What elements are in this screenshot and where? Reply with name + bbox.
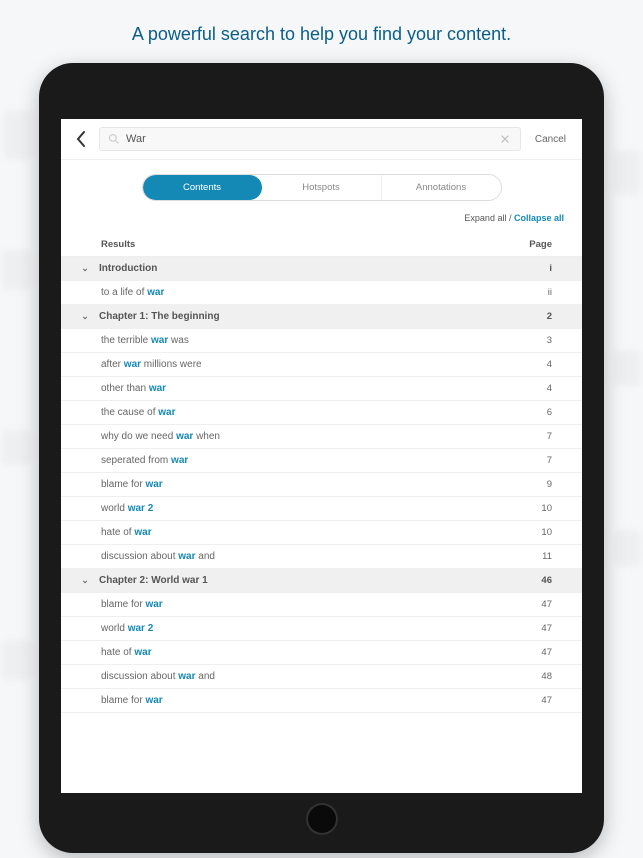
result-page: 7 [547,431,552,442]
result-text: blame for war [101,695,541,706]
clear-search-button[interactable] [498,132,512,146]
result-text: why do we need war when [101,431,547,442]
result-page: 9 [547,479,552,490]
result-text: blame for war [101,479,547,490]
header-results: Results [101,239,135,250]
app-screen: Cancel Contents Hotspots Annotations Exp… [61,119,582,793]
result-page: 10 [541,503,552,514]
result-text: after war millions were [101,359,547,370]
chevron-down-icon: ⌄ [79,263,91,274]
result-page: 47 [541,599,552,610]
section-title: Chapter 2: World war 1 [99,575,541,586]
result-row[interactable]: blame for war9 [61,473,582,497]
results-header: Results Page [61,233,582,257]
result-text: hate of war [101,647,541,658]
results-list: ⌄ Introductioni to a life of warii ⌄ Chapter… [61,257,582,713]
result-row[interactable]: hate of war47 [61,641,582,665]
result-text: blame for war [101,599,541,610]
result-text: seperated from war [101,455,547,466]
result-page: 4 [547,359,552,370]
result-text: hate of war [101,527,541,538]
result-text: discussion about war and [101,551,542,562]
collapse-all-link[interactable]: Collapse all [514,213,564,223]
result-row[interactable]: blame for war47 [61,689,582,713]
result-row[interactable]: why do we need war when7 [61,425,582,449]
result-page: ii [548,287,552,298]
section-header[interactable]: ⌄ Chapter 2: World war 146 [61,569,582,593]
result-row[interactable]: blame for war47 [61,593,582,617]
cancel-button[interactable]: Cancel [529,134,572,145]
result-page: 47 [541,623,552,634]
segmented-control: Contents Hotspots Annotations [142,174,502,201]
promo-caption: A powerful search to help you find your … [0,0,643,63]
tablet-frame: Cancel Contents Hotspots Annotations Exp… [39,63,604,853]
search-input[interactable] [126,133,492,145]
result-text: world war 2 [101,503,541,514]
tab-contents[interactable]: Contents [143,175,262,200]
result-text: other than war [101,383,547,394]
result-row[interactable]: seperated from war7 [61,449,582,473]
section-header[interactable]: ⌄ Introductioni [61,257,582,281]
result-text: the terrible war was [101,335,547,346]
result-text: world war 2 [101,623,541,634]
section-page: i [549,263,552,274]
search-icon [108,133,120,145]
expand-all-link[interactable]: Expand all [464,213,506,223]
result-text: discussion about war and [101,671,541,682]
result-row[interactable]: world war 247 [61,617,582,641]
tab-hotspots[interactable]: Hotspots [262,175,381,200]
tab-annotations[interactable]: Annotations [381,175,501,200]
section-header[interactable]: ⌄ Chapter 1: The beginning2 [61,305,582,329]
result-row[interactable]: to a life of warii [61,281,582,305]
search-field-wrap[interactable] [99,127,521,151]
result-page: 11 [542,551,552,562]
section-title: Chapter 1: The beginning [99,311,547,322]
result-row[interactable]: hate of war10 [61,521,582,545]
section-title: Introduction [99,263,549,274]
search-bar: Cancel [61,119,582,160]
result-text: the cause of war [101,407,547,418]
result-row[interactable]: discussion about war and48 [61,665,582,689]
result-row[interactable]: the cause of war6 [61,401,582,425]
result-page: 47 [541,647,552,658]
chevron-down-icon: ⌄ [79,311,91,322]
result-page: 7 [547,455,552,466]
result-row[interactable]: after war millions were4 [61,353,582,377]
result-page: 3 [547,335,552,346]
result-page: 47 [541,695,552,706]
result-row[interactable]: the terrible war was3 [61,329,582,353]
back-button[interactable] [71,127,91,151]
result-text: to a life of war [101,287,548,298]
expand-collapse-row: Expand all / Collapse all [61,209,582,233]
chevron-down-icon: ⌄ [79,575,91,586]
result-page: 48 [541,671,552,682]
result-page: 4 [547,383,552,394]
result-page: 10 [541,527,552,538]
section-page: 2 [547,311,552,322]
result-row[interactable]: world war 210 [61,497,582,521]
header-page: Page [529,239,552,250]
section-page: 46 [541,575,552,586]
result-row[interactable]: discussion about war and11 [61,545,582,569]
result-page: 6 [547,407,552,418]
result-row[interactable]: other than war4 [61,377,582,401]
